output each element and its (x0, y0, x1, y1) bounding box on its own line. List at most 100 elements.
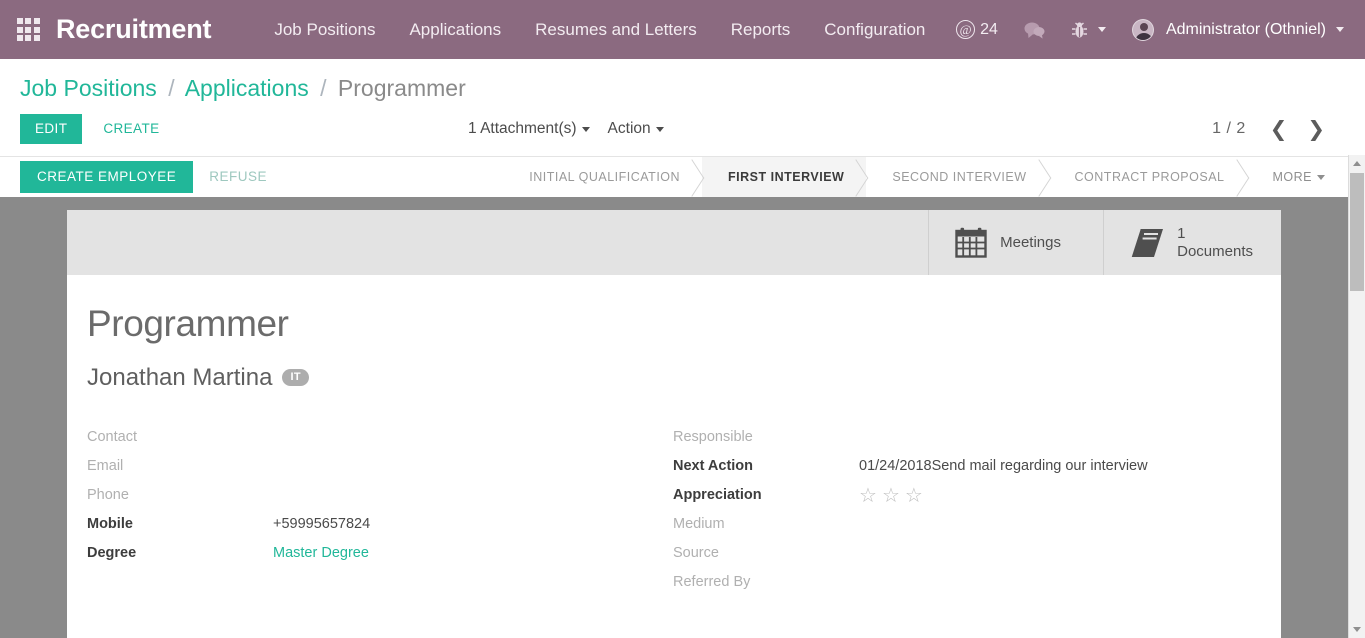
meetings-smart-button[interactable]: Meetings (928, 210, 1103, 275)
field-label-phone: Phone (87, 486, 129, 503)
scroll-up-arrow-icon (1353, 161, 1361, 166)
pager-previous-button[interactable]: ❮ (1260, 118, 1298, 140)
star-icon[interactable]: ☆ (905, 485, 923, 505)
chat-bubble-icon (1024, 22, 1045, 39)
form-column-right: Responsible Next Action 01/24/2018Send m… (673, 428, 1259, 602)
apps-grid-icon (16, 18, 40, 41)
control-panel: Job Positions / Applications / Programme… (0, 59, 1365, 156)
scroll-down-arrow-icon (1353, 627, 1361, 632)
field-label-source: Source (673, 544, 719, 561)
nav-item-reports[interactable]: Reports (714, 0, 808, 59)
pager-count: 1 / 2 (1212, 120, 1246, 137)
at-sign-icon: @ (956, 20, 976, 39)
star-icon[interactable]: ☆ (859, 485, 877, 505)
field-label-contact: Contact (87, 428, 137, 445)
field-label-next-action: Next Action (673, 457, 754, 474)
chevron-down-icon (581, 126, 590, 132)
nav-item-applications[interactable]: Applications (392, 0, 518, 59)
field-degree: Degree Master Degree (87, 544, 673, 573)
stage-second-interview[interactable]: SECOND INTERVIEW (866, 157, 1049, 197)
mentions-button[interactable]: @ 24 (943, 0, 1011, 59)
field-mobile: Mobile +59995657824 (87, 515, 673, 544)
field-label-responsible: Responsible (673, 428, 753, 445)
breadcrumb-item-applications[interactable]: Applications (185, 75, 309, 101)
record-sheet: Meetings 1 Documents Programmer Jonathan… (67, 210, 1281, 638)
attachments-label: 1 Attachment(s) (468, 120, 577, 137)
stage-more-label: MORE (1272, 170, 1312, 184)
breadcrumb-item-current: Programmer (337, 75, 466, 101)
scrollbar-thumb[interactable] (1350, 173, 1364, 291)
field-label-degree: Degree (87, 544, 137, 561)
nav-item-resumes-and-letters[interactable]: Resumes and Letters (518, 0, 714, 59)
breadcrumb-item-job-positions[interactable]: Job Positions (20, 75, 157, 101)
stage-pipeline: INITIAL QUALIFICATION FIRST INTERVIEW SE… (511, 157, 1347, 197)
chevron-down-icon (1336, 27, 1344, 32)
action-label: Action (607, 120, 651, 137)
documents-label: Documents (1177, 242, 1253, 260)
field-next-action: Next Action 01/24/2018Send mail regardin… (673, 457, 1259, 486)
nav-item-job-positions[interactable]: Job Positions (257, 0, 392, 59)
field-contact: Contact (87, 428, 673, 457)
star-icon[interactable]: ☆ (882, 485, 900, 505)
calendar-icon (955, 227, 987, 258)
field-source: Source (673, 544, 1259, 573)
field-value-mobile[interactable]: +59995657824 (273, 515, 370, 532)
bug-icon (1071, 21, 1087, 37)
documents-smart-button[interactable]: 1 Documents (1103, 210, 1281, 275)
attachments-dropdown[interactable]: 1 Attachment(s) (468, 120, 590, 138)
status-bar: CREATE EMPLOYEE REFUSE INITIAL QUALIFICA… (0, 156, 1365, 198)
field-referred-by: Referred By (673, 573, 1259, 602)
refuse-button[interactable]: REFUSE (193, 161, 283, 193)
stage-contract-proposal[interactable]: CONTRACT PROPOSAL (1048, 157, 1247, 197)
mentions-count: 24 (980, 20, 998, 38)
field-value-next-action[interactable]: 01/24/2018Send mail regarding our interv… (859, 457, 1148, 474)
messages-button[interactable] (1011, 0, 1058, 59)
field-appreciation: Appreciation ☆ ☆ ☆ (673, 485, 1259, 515)
chevron-down-icon (1317, 174, 1325, 180)
sheet-body: Programmer Jonathan Martina IT Contact E… (67, 275, 1281, 602)
scrollbar-down-button[interactable] (1349, 621, 1365, 638)
stage-initial-qualification[interactable]: INITIAL QUALIFICATION (511, 157, 703, 197)
field-label-medium: Medium (673, 515, 725, 532)
documents-count: 1 (1177, 225, 1186, 243)
action-dropdown[interactable]: Action (608, 120, 664, 138)
field-email: Email (87, 457, 673, 486)
scrollbar-up-button[interactable] (1349, 155, 1365, 172)
field-medium: Medium (673, 515, 1259, 544)
create-button[interactable]: CREATE (88, 114, 174, 144)
stage-first-interview[interactable]: FIRST INTERVIEW (702, 157, 867, 197)
apps-menu-toggle[interactable] (0, 0, 56, 59)
nav-item-configuration[interactable]: Configuration (807, 0, 942, 59)
top-navbar: Recruitment Job Positions Applications R… (0, 0, 1365, 59)
form-column-left: Contact Email Phone Mobile +59995657824 (87, 428, 673, 602)
field-label-appreciation: Appreciation (673, 486, 762, 503)
field-responsible: Responsible (673, 428, 1259, 457)
field-phone: Phone (87, 486, 673, 515)
field-label-mobile: Mobile (87, 515, 133, 532)
content-area: Meetings 1 Documents Programmer Jonathan… (0, 197, 1365, 638)
username-label: Administrator (Othniel) (1165, 20, 1326, 38)
debug-menu-button[interactable] (1058, 0, 1119, 59)
chevron-down-icon (1097, 27, 1106, 32)
avatar (1131, 18, 1154, 41)
book-icon (1130, 228, 1164, 257)
chevron-down-icon (655, 126, 664, 132)
breadcrumb-separator: / (320, 75, 327, 101)
status-bar-buttons: CREATE EMPLOYEE REFUSE (0, 157, 283, 197)
field-value-degree[interactable]: Master Degree (273, 544, 369, 561)
control-panel-actions: EDIT CREATE 1 Attachment(s) Action 1 / 2… (0, 112, 1365, 146)
edit-button[interactable]: EDIT (20, 114, 83, 144)
field-label-email: Email (87, 457, 124, 474)
meetings-label: Meetings (1000, 233, 1061, 251)
stage-more-dropdown[interactable]: MORE (1246, 157, 1347, 197)
field-label-referred-by: Referred By (673, 573, 751, 590)
pager-next-button[interactable]: ❯ (1297, 118, 1335, 140)
vertical-scrollbar[interactable] (1348, 155, 1365, 638)
user-menu-button[interactable]: Administrator (Othniel) (1119, 0, 1357, 59)
candidate-name-row: Jonathan Martina IT (87, 364, 1281, 392)
app-brand[interactable]: Recruitment (56, 14, 212, 45)
pager: 1 / 2 ❮ ❯ (1212, 112, 1335, 146)
create-employee-button[interactable]: CREATE EMPLOYEE (20, 161, 194, 193)
breadcrumb: Job Positions / Applications / Programme… (0, 73, 1365, 103)
appreciation-star-rating[interactable]: ☆ ☆ ☆ (859, 485, 923, 505)
